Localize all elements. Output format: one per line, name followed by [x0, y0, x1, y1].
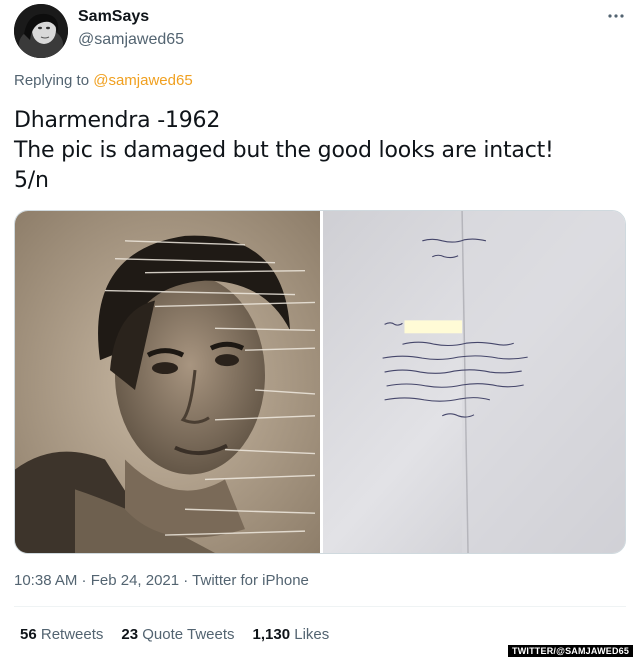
media-image-portrait[interactable] — [15, 211, 320, 553]
tweet-text: Dharmendra -1962 The pic is damaged but … — [14, 106, 554, 196]
media-image-letter[interactable] — [323, 211, 625, 553]
retweets-label: Retweets — [40, 626, 104, 643]
reply-mention-link[interactable]: @samjawed65 — [93, 72, 192, 89]
quote-tweets-label: Quote Tweets — [142, 626, 235, 643]
likes-stat[interactable]: 1,130 Likes — [253, 626, 330, 643]
quote-tweets-count: 23 — [121, 626, 139, 643]
divider — [14, 606, 626, 607]
avatar[interactable] — [14, 4, 68, 58]
tweet-text-line: Dharmendra -1962 — [14, 108, 221, 133]
quote-tweets-stat[interactable]: 23 Quote Tweets — [121, 626, 234, 643]
tweet-stats: 56 Retweets 23 Quote Tweets 1,130 Likes — [20, 626, 329, 643]
likes-label: Likes — [294, 626, 330, 643]
more-horizontal-icon[interactable] — [604, 6, 628, 26]
tweet-media — [14, 210, 626, 554]
retweets-stat[interactable]: 56 Retweets — [20, 626, 103, 643]
retweets-count: 56 — [20, 626, 37, 643]
user-handle[interactable]: @samjawed65 — [78, 31, 184, 49]
replying-to: Replying to @samjawed65 — [14, 72, 193, 89]
replying-to-label: Replying to — [14, 72, 94, 89]
tweet-timestamp[interactable]: 10:38 AM · Feb 24, 2021 · Twitter for iP… — [14, 572, 309, 589]
tweet-text-line: The pic is damaged but the good looks ar… — [14, 138, 554, 163]
display-name[interactable]: SamSays — [78, 8, 149, 26]
likes-count: 1,130 — [252, 626, 291, 643]
tweet-text-line: 5/n — [14, 168, 49, 193]
watermark: TWITTER/@SAMJAWED65 — [508, 645, 634, 657]
